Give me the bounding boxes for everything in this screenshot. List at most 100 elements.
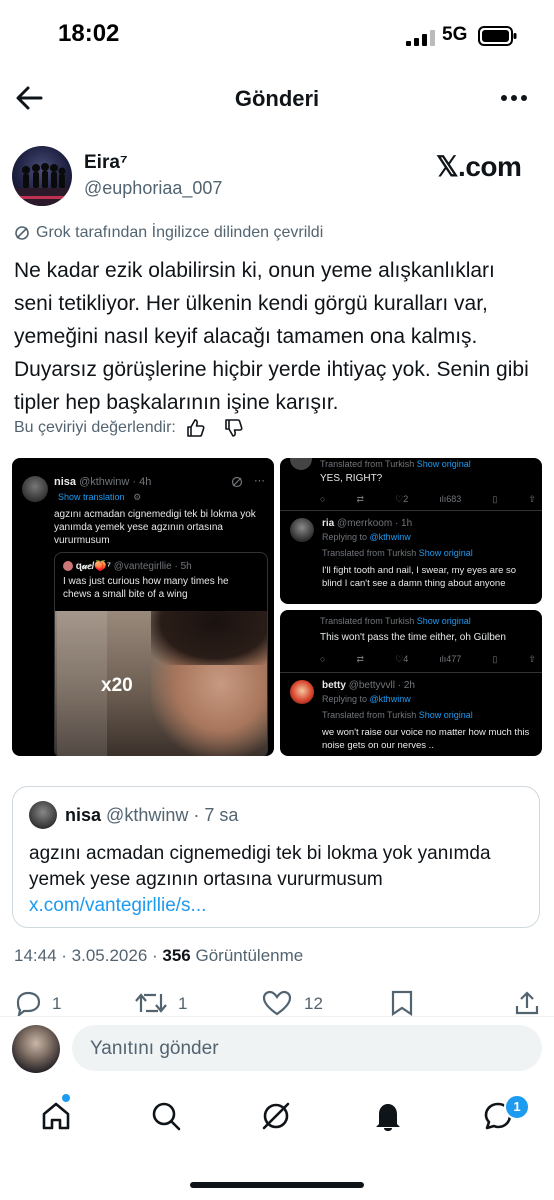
tr-text: YES, RIGHT?	[320, 473, 383, 484]
br-text2: we won't raise our voice no matter how m…	[322, 727, 530, 751]
tr-views: 683	[446, 494, 462, 504]
messages-badge: 1	[504, 1094, 530, 1120]
media-grid[interactable]: nisa @kthwinw · 4h ⋯ Show translation ⚙ …	[12, 458, 542, 756]
media-bottom-right-screenshot[interactable]: Translated from Turkish Show original Th…	[280, 610, 542, 756]
quote-photo: x20	[55, 611, 267, 756]
br-show-original2[interactable]: Show original	[419, 710, 473, 720]
rate-translation-label: Bu çeviriyi değerlendir:	[14, 419, 176, 436]
tr-name: ria	[322, 518, 335, 529]
tr-bookmark-icon: ▯	[492, 494, 498, 504]
translation-notice: Grok tarafından İngilizce dilinden çevri…	[14, 224, 323, 242]
tr-reply-icon: ○	[320, 494, 326, 504]
group-photo-icon	[12, 163, 72, 206]
share-icon[interactable]	[514, 990, 540, 1016]
quoted-post[interactable]: nisa @kthwinw · 7 sa agzını acmadan cign…	[12, 786, 540, 928]
notifications-icon[interactable]	[372, 1100, 404, 1132]
left-quote-handle: @vantegirllie · 5h	[113, 561, 192, 572]
views-label: Görüntülenme	[190, 946, 304, 965]
betty-avatar	[290, 680, 314, 704]
br-translated2: Translated from Turkish	[322, 710, 417, 720]
x20-overlay: x20	[101, 675, 133, 696]
like-count: 12	[304, 994, 323, 1013]
br-name: betty	[322, 680, 346, 691]
quote-author-avatar	[29, 801, 57, 829]
bookmark-icon[interactable]	[390, 990, 414, 1016]
tr-show-original2[interactable]: Show original	[419, 548, 473, 558]
reply-count: 1	[52, 994, 62, 1013]
quote-text: agzını acmadan cignemedigi tek bi lokma …	[29, 843, 491, 890]
repost-icon[interactable]	[134, 990, 168, 1016]
home-notification-dot	[62, 1094, 70, 1102]
status-time: 18:02	[58, 20, 120, 47]
media-left-screenshot[interactable]: nisa @kthwinw · 4h ⋯ Show translation ⚙ …	[12, 458, 274, 756]
author-handle[interactable]: @euphoriaa_007	[84, 178, 222, 199]
tr-actions: ○ ⇄ ♡2 ılı683 ▯ ⇧	[320, 494, 536, 505]
post-timestamp: 14:44 · 3.05.2026 ·	[14, 946, 163, 965]
br-handle: @bettyvvll · 2h	[348, 680, 415, 691]
page-title: Gönderi	[234, 86, 320, 111]
br-share-icon: ⇧	[528, 654, 536, 664]
reply-input[interactable]: Yanıtını gönder	[72, 1025, 542, 1071]
show-translation-link[interactable]: Show translation	[58, 492, 125, 502]
more-options-icon[interactable]	[500, 94, 528, 102]
quote-author-name: nisa	[65, 805, 102, 825]
gear-icon: ⚙	[133, 492, 142, 502]
battery-icon	[478, 26, 517, 46]
br-like-icon: ♡	[395, 654, 404, 664]
reply-icon[interactable]	[14, 990, 42, 1016]
author-name[interactable]: Eira⁷	[84, 152, 128, 174]
br-views: 477	[446, 654, 462, 664]
br-text: This won't pass the time either, oh Gülb…	[320, 632, 506, 643]
quote-avatar	[63, 561, 73, 572]
tr-handle: @merrkoom · 1h	[337, 518, 413, 529]
tr-replying: Replying to	[322, 532, 368, 542]
tr-replying-to[interactable]: @kthwinw	[370, 532, 411, 542]
tr-like-icon: ♡	[395, 494, 404, 504]
br-replying-to[interactable]: @kthwinw	[370, 694, 411, 704]
br-reply-icon: ○	[320, 654, 326, 664]
tr-show-original[interactable]: Show original	[417, 459, 471, 469]
home-icon[interactable]	[40, 1100, 72, 1132]
tr-text2: I'll fight tooth and nail, I swear, my e…	[322, 565, 517, 589]
media-top-right-screenshot[interactable]: Translated from Turkish Show original YE…	[280, 458, 542, 604]
search-icon[interactable]	[150, 1100, 182, 1132]
left-tweet-text: agzını acmadan cignemedigi tek bi lokma …	[54, 509, 256, 546]
br-repost-icon: ⇄	[356, 654, 365, 664]
grok-nav-icon[interactable]	[260, 1100, 292, 1132]
br-show-original[interactable]: Show original	[417, 616, 471, 626]
grok-small-icon	[231, 476, 243, 488]
view-count: 356	[162, 946, 191, 965]
action-bar: 1 1 12	[0, 986, 554, 1020]
thumbs-up-icon[interactable]	[186, 418, 206, 438]
br-likes: 4	[403, 654, 409, 664]
person-hair	[151, 611, 267, 665]
nisa-avatar	[22, 476, 48, 502]
tr-translated2: Translated from Turkish	[322, 548, 417, 558]
quote-author-handle: @kthwinw · 7 sa	[106, 805, 239, 825]
left-handle: @kthwinw · 4h	[79, 476, 152, 488]
br-translated: Translated from Turkish	[320, 616, 415, 626]
tr-translated: Translated from Turkish	[320, 459, 415, 469]
tr-repost-icon: ⇄	[356, 494, 365, 504]
left-name: nisa	[54, 476, 77, 488]
left-quote-text: I was just curious how many times he che…	[63, 576, 229, 600]
post-text: Ne kadar ezik olabilirsin ki, onun yeme …	[14, 259, 529, 414]
br-actions: ○ ⇄ ♡4 ılı477 ▯ ⇧	[320, 654, 536, 665]
left-quote-card: ɋ𝓊𝑒/🍑⁷ @vantegirllie · 5h I was just cur…	[54, 552, 268, 756]
author-avatar[interactable]	[12, 146, 72, 206]
grok-icon	[15, 226, 29, 240]
user-avatar[interactable]	[12, 1025, 60, 1073]
translation-notice-text: Grok tarafından İngilizce dilinden çevri…	[36, 224, 324, 241]
like-icon[interactable]	[262, 990, 292, 1016]
thumbs-down-icon[interactable]	[224, 418, 244, 438]
network-label: 5G	[442, 24, 468, 45]
home-indicator	[190, 1182, 364, 1188]
left-quote-name: ɋ𝓊𝑒/🍑⁷	[75, 561, 111, 572]
quote-link[interactable]: x.com/vantegirllie/s...	[29, 895, 206, 916]
repost-count: 1	[178, 994, 188, 1013]
rate-translation: Bu çeviriyi değerlendir:	[14, 418, 244, 438]
x-com-logo: 𝕏.com	[436, 151, 522, 182]
left-more-icon: ⋯	[254, 475, 265, 487]
reply-composer: Yanıtını gönder	[0, 1016, 554, 1083]
ria-avatar	[290, 518, 314, 542]
